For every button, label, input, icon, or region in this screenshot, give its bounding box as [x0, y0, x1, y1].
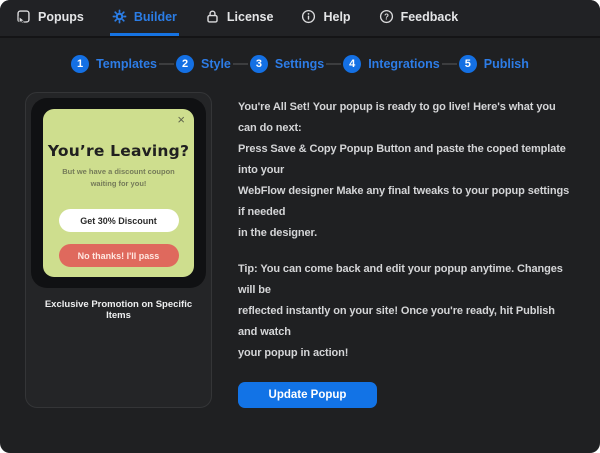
publish-instructions: You're All Set! Your popup is ready to g… [238, 92, 576, 408]
step-label: Publish [484, 57, 529, 71]
step-number-badge: 1 [71, 55, 89, 73]
step-style[interactable]: 2 Style [176, 55, 231, 73]
step-templates[interactable]: 1 Templates [71, 55, 157, 73]
popup-window-icon [16, 9, 31, 24]
nav-item-popups[interactable]: Popups [14, 0, 86, 36]
step-connector [326, 63, 341, 65]
step-integrations[interactable]: 4 Integrations [343, 55, 440, 73]
info-icon [301, 9, 316, 24]
top-navbar: Popups [0, 0, 600, 38]
popup-accept-button[interactable]: Get 30% Discount [59, 209, 179, 232]
nav-item-license[interactable]: License [203, 0, 276, 36]
nav-item-label: License [227, 10, 274, 24]
app-window: Popups [0, 0, 600, 453]
builder-content: × You’re Leaving? But we have a discount… [0, 75, 600, 408]
step-publish[interactable]: 5 Publish [459, 55, 529, 73]
nav-item-label: Popups [38, 10, 84, 24]
nav-item-label: Help [323, 10, 350, 24]
popup-preview-frame: × You’re Leaving? But we have a discount… [31, 98, 206, 288]
step-connector [442, 63, 457, 65]
step-number-badge: 5 [459, 55, 477, 73]
step-label: Integrations [368, 57, 440, 71]
step-number-badge: 4 [343, 55, 361, 73]
lock-icon [205, 9, 220, 24]
update-popup-button[interactable]: Update Popup [238, 382, 377, 408]
step-number-badge: 2 [176, 55, 194, 73]
gear-icon [112, 9, 127, 24]
popup-preview: × You’re Leaving? But we have a discount… [43, 109, 194, 277]
popup-subtitle: But we have a discount coupon waiting fo… [62, 166, 175, 190]
popup-title: You’re Leaving? [48, 142, 189, 160]
question-icon: ? [379, 9, 394, 24]
step-number-badge: 3 [250, 55, 268, 73]
instructions-paragraph: You're All Set! Your popup is ready to g… [238, 97, 576, 244]
step-label: Templates [96, 57, 157, 71]
step-settings[interactable]: 3 Settings [250, 55, 324, 73]
svg-text:?: ? [384, 12, 389, 21]
popup-preview-card: × You’re Leaving? But we have a discount… [25, 92, 212, 408]
step-connector [159, 63, 174, 65]
nav-item-builder[interactable]: Builder [110, 0, 179, 36]
step-label: Style [201, 57, 231, 71]
step-label: Settings [275, 57, 324, 71]
nav-item-help[interactable]: Help [299, 0, 352, 36]
tip-paragraph: Tip: You can come back and edit your pop… [238, 259, 576, 364]
popup-decline-button[interactable]: No thanks! I'll pass [59, 244, 179, 267]
popup-template-caption: Exclusive Promotion on Specific Items [31, 288, 206, 333]
stepper: 1 Templates 2 Style 3 Settings 4 Integra… [0, 53, 600, 75]
close-icon[interactable]: × [177, 113, 185, 126]
nav-item-label: Builder [134, 10, 177, 24]
nav-item-label: Feedback [401, 10, 459, 24]
nav-item-feedback[interactable]: ? Feedback [377, 0, 461, 36]
step-connector [233, 63, 248, 65]
